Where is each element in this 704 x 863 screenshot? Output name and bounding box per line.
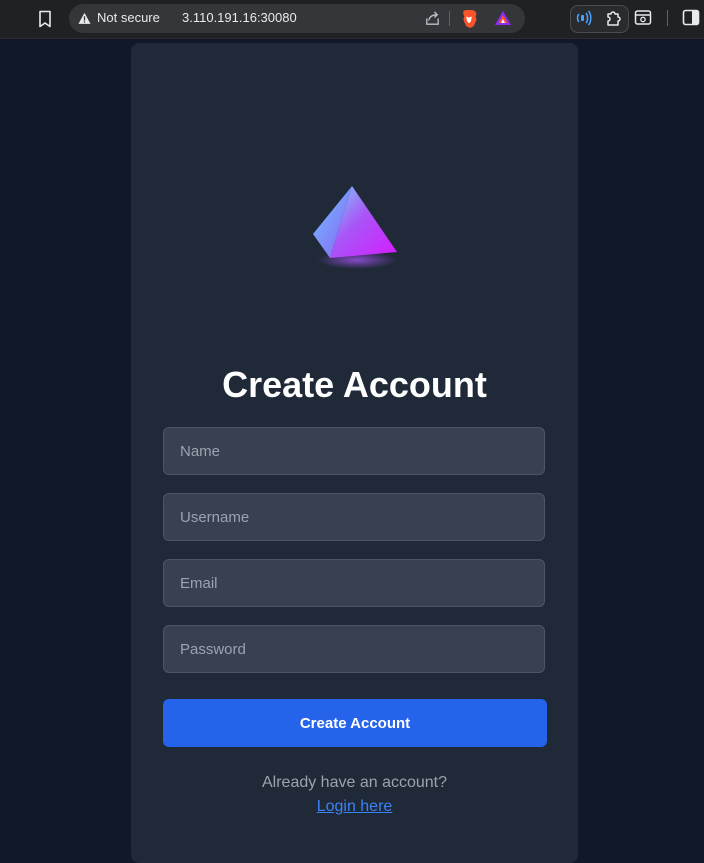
create-account-button[interactable]: Create Account (163, 699, 547, 747)
username-field[interactable] (163, 493, 545, 541)
name-field[interactable] (163, 427, 545, 475)
sound-wave-icon[interactable] (574, 10, 592, 26)
omnibox-divider (449, 11, 450, 26)
toolbar-divider (667, 10, 668, 26)
extensions-icon[interactable] (605, 8, 623, 28)
wallet-icon[interactable] (634, 9, 652, 26)
brave-rewards-icon[interactable] (494, 9, 512, 27)
login-link[interactable]: Login here (131, 798, 578, 816)
email-field[interactable] (163, 559, 545, 607)
prism-logo (313, 186, 397, 269)
page-title: Create Account (222, 364, 487, 405)
url-text[interactable]: 3.110.191.16:30080 (182, 10, 297, 25)
password-field[interactable] (163, 625, 545, 673)
brave-shield-icon[interactable] (460, 9, 478, 28)
share-icon[interactable] (424, 10, 441, 27)
bookmark-icon[interactable] (34, 8, 56, 30)
login-prompt: Already have an account? (261, 774, 447, 791)
browser-toolbar: Not secure 3.110.191.16:30080 (0, 0, 704, 39)
warning-icon (78, 12, 91, 24)
address-bar[interactable]: Not secure 3.110.191.16:30080 (69, 4, 525, 33)
sidebar-toggle-icon[interactable] (682, 9, 700, 26)
security-status[interactable]: Not secure (97, 10, 160, 25)
